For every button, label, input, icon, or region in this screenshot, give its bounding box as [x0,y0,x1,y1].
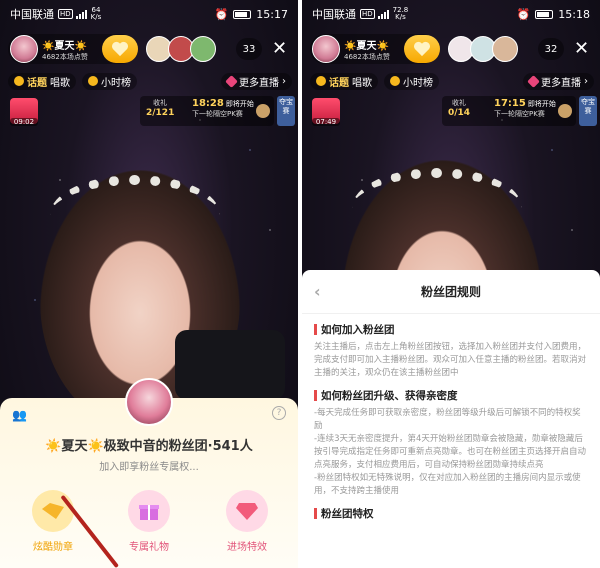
host-name: ☀️夏天☀️ [42,40,87,52]
viewer-avatar[interactable] [190,36,216,62]
battery-icon [535,9,554,19]
pearl-headband [352,168,522,248]
more-live-button[interactable]: 更多直播 › [221,72,292,90]
host-avatar[interactable] [312,35,340,63]
microphone [175,330,285,400]
fire-icon [390,76,400,86]
heart-icon [527,74,540,88]
clock: 15:18 [558,7,590,21]
host-info-bar[interactable]: ☀️夏天☀️ 4682本场点赞 [8,34,138,64]
topic-tag[interactable]: 话题 唱歌 [310,72,378,90]
pearl-headband [50,175,220,255]
status-bar: 中国联通 HD 64 K/s ⏰ 15:17 [0,0,298,28]
coin-icon [256,104,270,118]
more-live-button[interactable]: 更多直播 › [523,72,594,90]
fan-club-title: ☀️夏天☀️极致中音的粉丝团·541人 [45,439,253,454]
status-bar: 中国联通 HD 72.8 K/s ⏰ 15:18 [302,0,600,28]
pk-panel[interactable]: 收礼 2/121 18:28 即将开始 下一轮隔空PK赛 [140,96,274,126]
viewer-avatars[interactable] [146,36,216,62]
rules-sheet: ‹ 粉丝团规则 如何加入粉丝团 关注主播后，点击左上角粉丝团按钮，选择加入粉丝团… [302,270,600,568]
carrier: 中国联通 [10,8,54,21]
host-likes: 4682本场点赞 [42,52,88,61]
fan-club-button[interactable] [404,35,440,63]
battery-icon [233,9,252,19]
section-body: 关注主播后，点击左上角粉丝团按钮，选择加入粉丝团并支付入团费用，完成支付即可加入… [314,342,587,378]
viewer-count[interactable]: 33 [236,38,262,60]
viewer-count[interactable]: 32 [538,38,564,60]
viewer-avatar[interactable] [492,36,518,62]
hourly-rank[interactable]: 小时榜 [82,72,137,90]
tags-row: 话题 唱歌 小时榜 更多直播 › [8,72,292,90]
heart-badge-icon [112,41,128,57]
heart-icon [225,74,238,88]
perk-gift[interactable]: 专属礼物 [114,490,184,553]
fire-icon [88,76,98,86]
back-icon[interactable]: ‹ [314,282,321,301]
treasure-button[interactable]: 夺宝赛 [277,96,295,126]
fan-club-avatar [125,378,173,426]
live-room-left: 中国联通 HD 64 K/s ⏰ 15:17 ☀️夏天☀️ 4682本场点赞 33… [0,0,298,568]
treasure-button[interactable]: 夺宝赛 [579,96,597,126]
medal-icon [32,490,74,532]
rules-section: 如何粉丝团升级、获得亲密度 -每天完成任务即可获取亲密度，粉丝团等级升级后可解锁… [302,388,600,498]
rules-section: 粉丝团特权 [302,506,600,521]
red-packet-timer: 07:49 [312,118,340,126]
rules-section: 如何加入粉丝团 关注主播后，点击左上角粉丝团按钮，选择加入粉丝团并支付入团费用，… [302,322,600,380]
signal-icon [377,9,389,19]
pk-progress: 0/14 [448,108,471,118]
alarm-icon: ⏰ [214,7,229,21]
carrier: 中国联通 [312,8,356,21]
close-icon[interactable]: ✕ [574,38,589,60]
red-packet-timer: 09:02 [10,118,38,126]
host-avatar[interactable] [10,35,38,63]
heart-badge-icon [414,41,430,57]
pk-progress: 2/121 [146,108,175,118]
network-speed: 64 K/s [90,6,102,21]
diamond-icon [226,490,268,532]
viewer-avatars[interactable] [448,36,518,62]
topic-tag[interactable]: 话题 唱歌 [8,72,76,90]
gift-icon [128,490,170,532]
red-packet[interactable]: 09:02 [10,98,38,126]
red-packet[interactable]: 07:49 [312,98,340,126]
alarm-icon: ⏰ [516,7,531,21]
sheet-title: 粉丝团规则 [420,285,481,299]
topic-icon [14,76,24,86]
perk-medal[interactable]: 炫酷勋章 [18,490,88,553]
members-icon[interactable]: 👥 [12,408,28,422]
hd-icon: HD [360,9,375,19]
coin-icon [558,104,572,118]
perk-entry-effect[interactable]: 进场特效 [212,490,282,553]
hd-icon: HD [58,9,73,19]
help-icon[interactable]: ? [272,406,286,420]
topic-icon [316,76,326,86]
close-icon[interactable]: ✕ [272,38,287,60]
section-heading: 如何加入粉丝团 [314,322,588,337]
host-info-bar[interactable]: ☀️夏天☀️ 4682本场点赞 [310,34,440,64]
fan-club-subtitle: 加入即享粉丝专属权... [99,462,199,473]
pk-panel[interactable]: 收礼 0/14 17:15 即将开始 下一轮隔空PK赛 [442,96,576,126]
section-heading: 如何粉丝团升级、获得亲密度 [314,388,588,403]
signal-icon [75,9,87,19]
fan-club-button[interactable] [102,35,138,63]
live-room-right: 中国联通 HD 72.8 K/s ⏰ 15:18 ☀️夏天☀️ 4682本场点赞 … [302,0,600,568]
section-body: -每天完成任务即可获取亲密度，粉丝团等级升级后可解锁不同的特权奖励 -连续3天无… [314,408,587,496]
tags-row: 话题 唱歌 小时榜 更多直播 › [310,72,594,90]
hourly-rank[interactable]: 小时榜 [384,72,439,90]
host-name: ☀️夏天☀️ [344,40,389,52]
section-heading: 粉丝团特权 [314,506,588,521]
host-likes: 4682本场点赞 [344,52,390,61]
network-speed: 72.8 K/s [392,6,409,21]
clock: 15:17 [256,7,288,21]
